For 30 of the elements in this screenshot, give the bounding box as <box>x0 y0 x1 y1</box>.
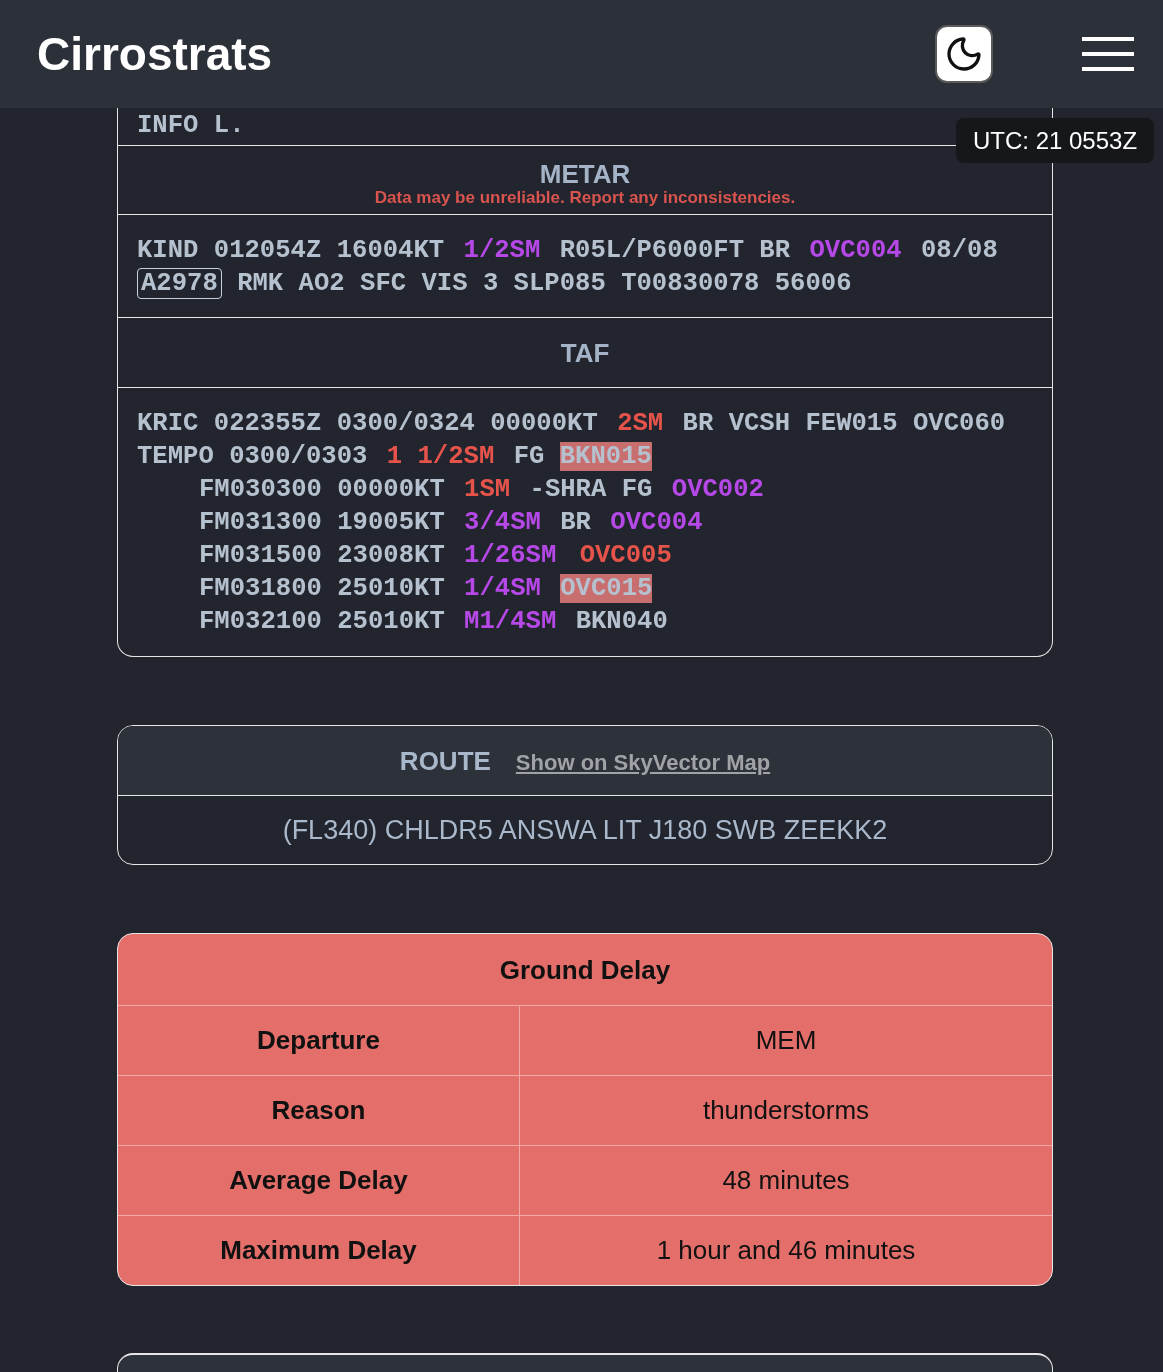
utc-clock: UTC: 21 0553Z <box>956 118 1155 163</box>
app-title: Cirrostrats <box>37 31 273 77</box>
table-cell-text: thunderstorms <box>701 1094 871 1127</box>
taf-line: FM030300 00000KT 1SM -SHRA FG OVC002 <box>199 474 765 506</box>
taf-line: FM031800 25010KT 1/4SM OVC015 <box>199 573 653 605</box>
taf-heading: TAF <box>560 338 610 367</box>
ground-delay-heading: Ground Delay <box>499 955 671 984</box>
theme-toggle-button[interactable] <box>935 25 993 83</box>
taf-line: TEMPO 0300/0303 1 1/2SM FG BKN015 <box>137 441 652 473</box>
taf-line: FM031300 19005KT 3/4SM BR OVC004 <box>199 507 704 539</box>
table-header-cell: Departure <box>118 1006 520 1075</box>
route-text: (FL340) CHLDR5 ANSWA LIT J180 SWB ZEEKK2 <box>282 815 888 845</box>
warning-text: Data may be unreliable. Report any inconsistencies. <box>374 188 796 207</box>
table-header-cell: Maximum Delay <box>118 1216 520 1285</box>
metar-heading: METAR <box>539 160 631 188</box>
moon-icon <box>944 34 984 74</box>
taf-line: FM032100 25010KT M1/4SM BKN040 <box>199 606 668 638</box>
metar-report: KIND 012054Z 16004KT 1/2SM R05L/P6000FT BR OVC004 08/08 A2978 RMK AO2 SFC VIS 3 SLP085 T00830078 56006 <box>137 235 998 300</box>
menu-icon <box>1082 37 1134 71</box>
taf-line: KRIC 022355Z 0300/0324 00000KT 2SM BR VCSH FEW015 OVC060 <box>137 408 1006 440</box>
info-text: INFO L. <box>137 112 245 140</box>
route-heading: ROUTE <box>399 746 491 775</box>
taf-line: FM031500 23008KT 1/26SM OVC005 <box>199 540 673 572</box>
menu-button[interactable] <box>1082 37 1134 71</box>
table-cell-text: 1 hour and 46 minutes <box>655 1234 917 1267</box>
table-header-cell: Reason <box>118 1076 520 1145</box>
table-cell-text: MEM <box>754 1024 818 1057</box>
table-header-cell: Average Delay <box>118 1146 520 1215</box>
table-cell-text: 48 minutes <box>721 1164 851 1197</box>
skyvector-link[interactable]: Show on SkyVector Map <box>515 749 771 776</box>
